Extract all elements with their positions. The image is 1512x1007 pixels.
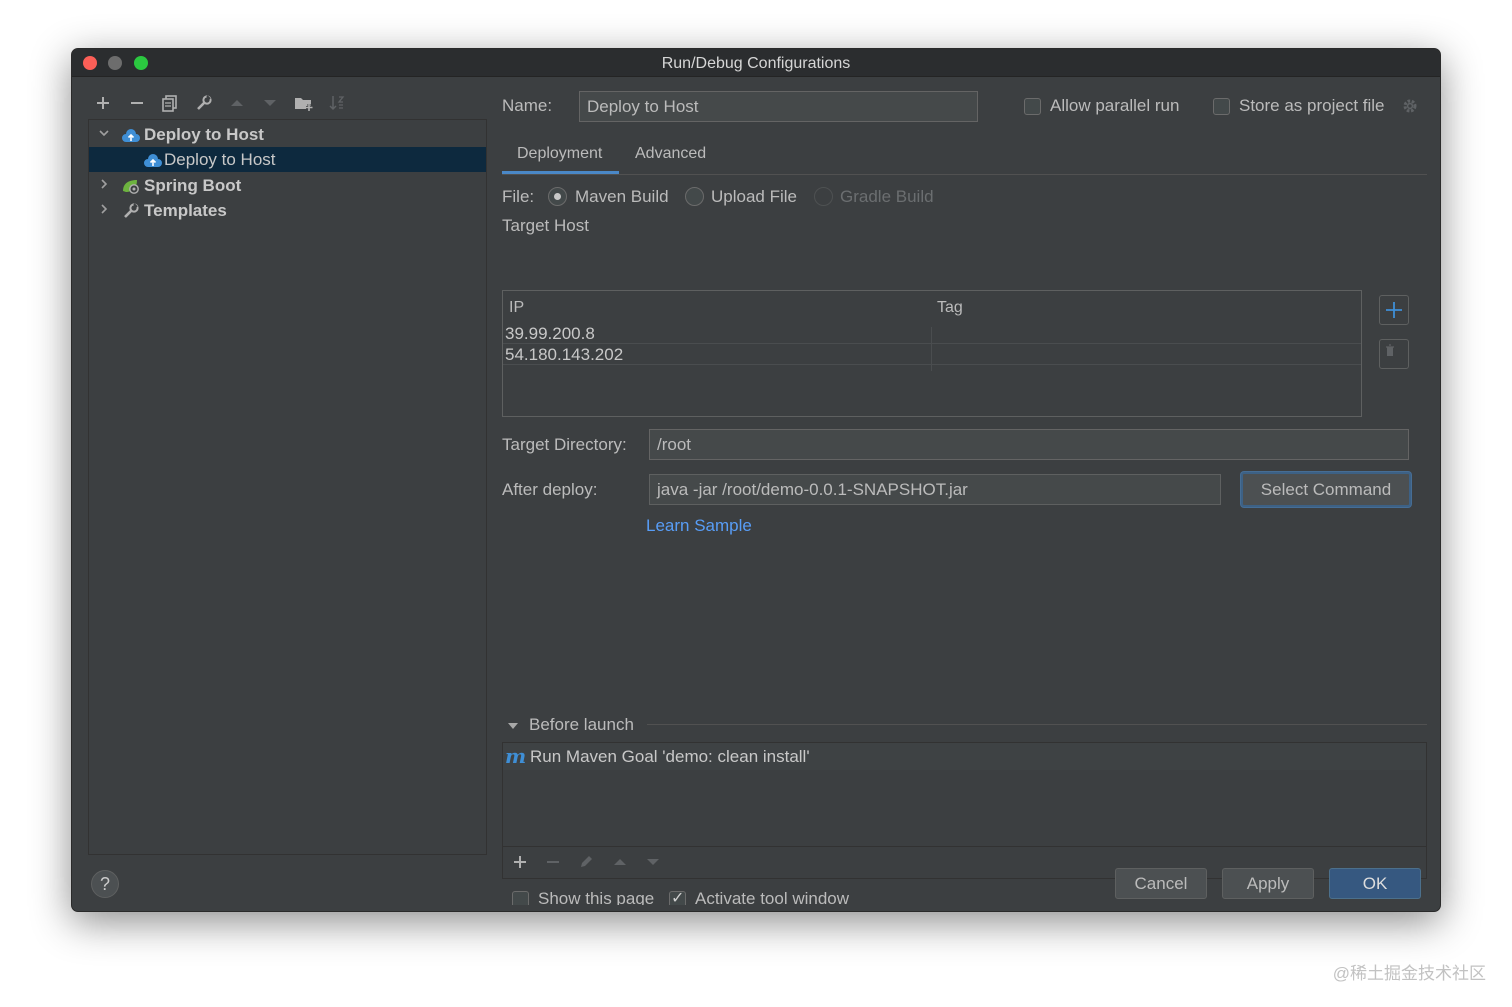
- cloud-upload-icon: [121, 126, 140, 144]
- sort-icon[interactable]: [326, 92, 348, 114]
- before-launch-list: m Run Maven Goal 'demo: clean install': [502, 742, 1427, 879]
- tree-item-deploy-to-host[interactable]: Deploy to Host: [89, 147, 486, 172]
- gradle-build-label: Gradle Build: [840, 187, 934, 206]
- target-directory-field[interactable]: /root: [649, 429, 1409, 460]
- chevron-right-icon[interactable]: [97, 173, 111, 198]
- select-command-button[interactable]: Select Command: [1241, 472, 1411, 507]
- delete-host-button[interactable]: [1379, 339, 1409, 369]
- tab-deployment[interactable]: Deployment: [517, 145, 602, 163]
- window-title: Run/Debug Configurations: [661, 55, 851, 72]
- spring-boot-icon: [121, 177, 139, 195]
- move-up-icon[interactable]: [226, 92, 248, 114]
- allow-parallel-run-label: Allow parallel run: [1050, 96, 1180, 115]
- title-bar: Run/Debug Configurations: [72, 49, 1440, 77]
- column-header-tag[interactable]: Tag: [937, 299, 963, 317]
- target-directory-label: Target Directory:: [502, 435, 627, 454]
- table-row[interactable]: 39.99.200.8: [503, 323, 1361, 344]
- chevron-down-icon[interactable]: [97, 122, 111, 147]
- help-button[interactable]: ?: [91, 870, 119, 898]
- tree-item-label: Spring Boot: [144, 176, 242, 195]
- remove-icon[interactable]: [542, 851, 564, 873]
- add-host-button[interactable]: [1379, 295, 1409, 325]
- wrench-icon[interactable]: [193, 92, 215, 114]
- run-debug-configurations-dialog: Run/Debug Configurations Deploy to Host …: [71, 48, 1441, 912]
- copy-icon[interactable]: [159, 92, 181, 114]
- after-deploy-field[interactable]: java -jar /root/demo-0.0.1-SNAPSHOT.jar: [649, 474, 1221, 505]
- gradle-build-radio[interactable]: [814, 187, 833, 206]
- folder-add-icon[interactable]: [293, 92, 315, 114]
- maven-build-radio[interactable]: [548, 187, 567, 206]
- ip-cell: 54.180.143.202: [505, 345, 624, 364]
- add-icon[interactable]: [509, 851, 531, 873]
- before-launch-label: Before launch: [529, 715, 634, 734]
- name-label: Name:: [502, 96, 553, 115]
- move-down-icon[interactable]: [642, 851, 664, 873]
- show-this-page-checkbox[interactable]: [512, 891, 529, 905]
- move-up-icon[interactable]: [609, 851, 631, 873]
- collapse-triangle-icon[interactable]: [506, 719, 520, 733]
- watermark: @稀土掘金技术社区: [1332, 964, 1486, 983]
- cloud-upload-icon: [143, 151, 162, 169]
- tree-item-deploy-to-host-group[interactable]: Deploy to Host: [89, 122, 486, 147]
- tree-item-label: Deploy to Host: [144, 125, 264, 144]
- ip-cell: 39.99.200.8: [505, 324, 595, 343]
- tree-item-label: Deploy to Host: [164, 150, 276, 169]
- apply-button[interactable]: Apply: [1222, 868, 1314, 899]
- upload-file-radio[interactable]: [685, 187, 704, 206]
- configurations-tree: Deploy to Host Deploy to Host Spring Boo…: [88, 119, 487, 855]
- edit-icon[interactable]: [575, 851, 597, 873]
- add-icon[interactable]: [92, 92, 114, 114]
- allow-parallel-run-checkbox[interactable]: [1024, 98, 1041, 115]
- before-launch-item-label: Run Maven Goal 'demo: clean install': [530, 747, 810, 766]
- tree-item-templates[interactable]: Templates: [89, 198, 486, 223]
- show-this-page-label: Show this page: [538, 889, 655, 905]
- activate-tool-window-label: Activate tool window: [695, 889, 850, 905]
- tab-advanced[interactable]: Advanced: [635, 145, 706, 163]
- column-divider: [931, 327, 932, 371]
- table-row[interactable]: 54.180.143.202: [503, 344, 1361, 365]
- learn-sample-link[interactable]: Learn Sample: [646, 516, 752, 536]
- tree-item-label: Templates: [144, 201, 227, 220]
- target-host-table: IP Tag 39.99.200.8 54.180.143.202: [502, 290, 1362, 417]
- ok-button[interactable]: OK: [1329, 868, 1421, 899]
- chevron-right-icon[interactable]: [97, 198, 111, 223]
- cancel-button[interactable]: Cancel: [1115, 868, 1207, 899]
- before-launch-divider: [647, 724, 1427, 725]
- target-host-label: Target Host: [502, 216, 589, 235]
- store-as-project-file-label: Store as project file: [1239, 96, 1385, 115]
- list-item[interactable]: m Run Maven Goal 'demo: clean install': [503, 743, 1426, 770]
- move-down-icon[interactable]: [259, 92, 281, 114]
- after-deploy-label: After deploy:: [502, 480, 598, 499]
- gear-icon[interactable]: [1401, 97, 1419, 115]
- configurations-panel: Deploy to Host Deploy to Host Spring Boo…: [88, 87, 487, 855]
- configurations-toolbar: [88, 87, 487, 117]
- activate-tool-window-checkbox[interactable]: [669, 888, 686, 905]
- remove-icon[interactable]: [126, 92, 148, 114]
- column-header-ip[interactable]: IP: [509, 299, 524, 317]
- file-label: File:: [502, 187, 535, 206]
- maven-icon: m: [505, 744, 527, 768]
- wrench-icon: [122, 202, 140, 220]
- store-as-project-file-checkbox[interactable]: [1213, 98, 1230, 115]
- maven-build-label: Maven Build: [575, 187, 669, 206]
- tabs-divider: [502, 174, 1427, 175]
- upload-file-label: Upload File: [711, 187, 797, 206]
- tree-item-spring-boot[interactable]: Spring Boot: [89, 173, 486, 198]
- name-field[interactable]: Deploy to Host: [579, 91, 978, 122]
